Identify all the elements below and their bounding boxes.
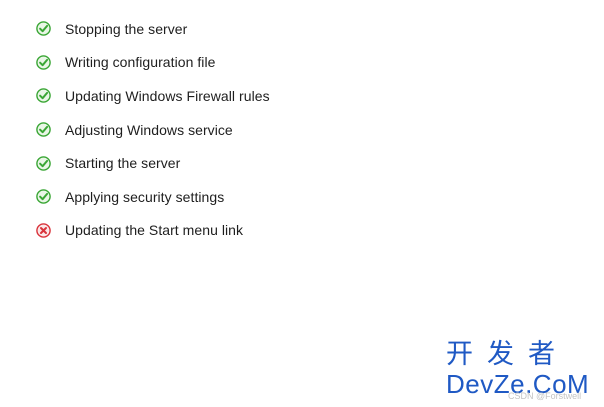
step-label: Updating the Start menu link xyxy=(65,222,244,239)
step-label: Adjusting Windows service xyxy=(65,121,233,138)
site-watermark: 开发者 DevZe.CoM xyxy=(446,339,596,399)
step-label: Updating Windows Firewall rules xyxy=(65,87,270,104)
check-circle-icon xyxy=(36,155,51,171)
step-item: Writing configuration file xyxy=(36,46,270,80)
step-item: Starting the server xyxy=(36,146,270,180)
step-label: Starting the server xyxy=(65,155,181,172)
step-item: Updating the Start menu link xyxy=(36,214,270,248)
step-item: Updating Windows Firewall rules xyxy=(36,79,270,113)
watermark-cn-text: 开发者 xyxy=(446,339,569,370)
config-steps-list: Stopping the server Writing configuratio… xyxy=(36,12,270,247)
check-circle-icon xyxy=(36,21,51,37)
step-item: Adjusting Windows service xyxy=(36,113,270,147)
step-label: Applying security settings xyxy=(65,188,225,205)
check-circle-icon xyxy=(36,55,51,70)
watermark-credit: CSDN @Forstwell xyxy=(508,391,582,401)
step-item: Applying security settings xyxy=(36,180,270,214)
check-circle-icon xyxy=(36,189,51,205)
check-circle-icon xyxy=(36,88,51,104)
step-label: Writing configuration file xyxy=(65,54,216,71)
check-circle-icon xyxy=(36,122,51,137)
step-label: Stopping the server xyxy=(65,20,188,37)
error-x-icon xyxy=(36,223,51,238)
step-item: Stopping the server xyxy=(36,12,270,46)
